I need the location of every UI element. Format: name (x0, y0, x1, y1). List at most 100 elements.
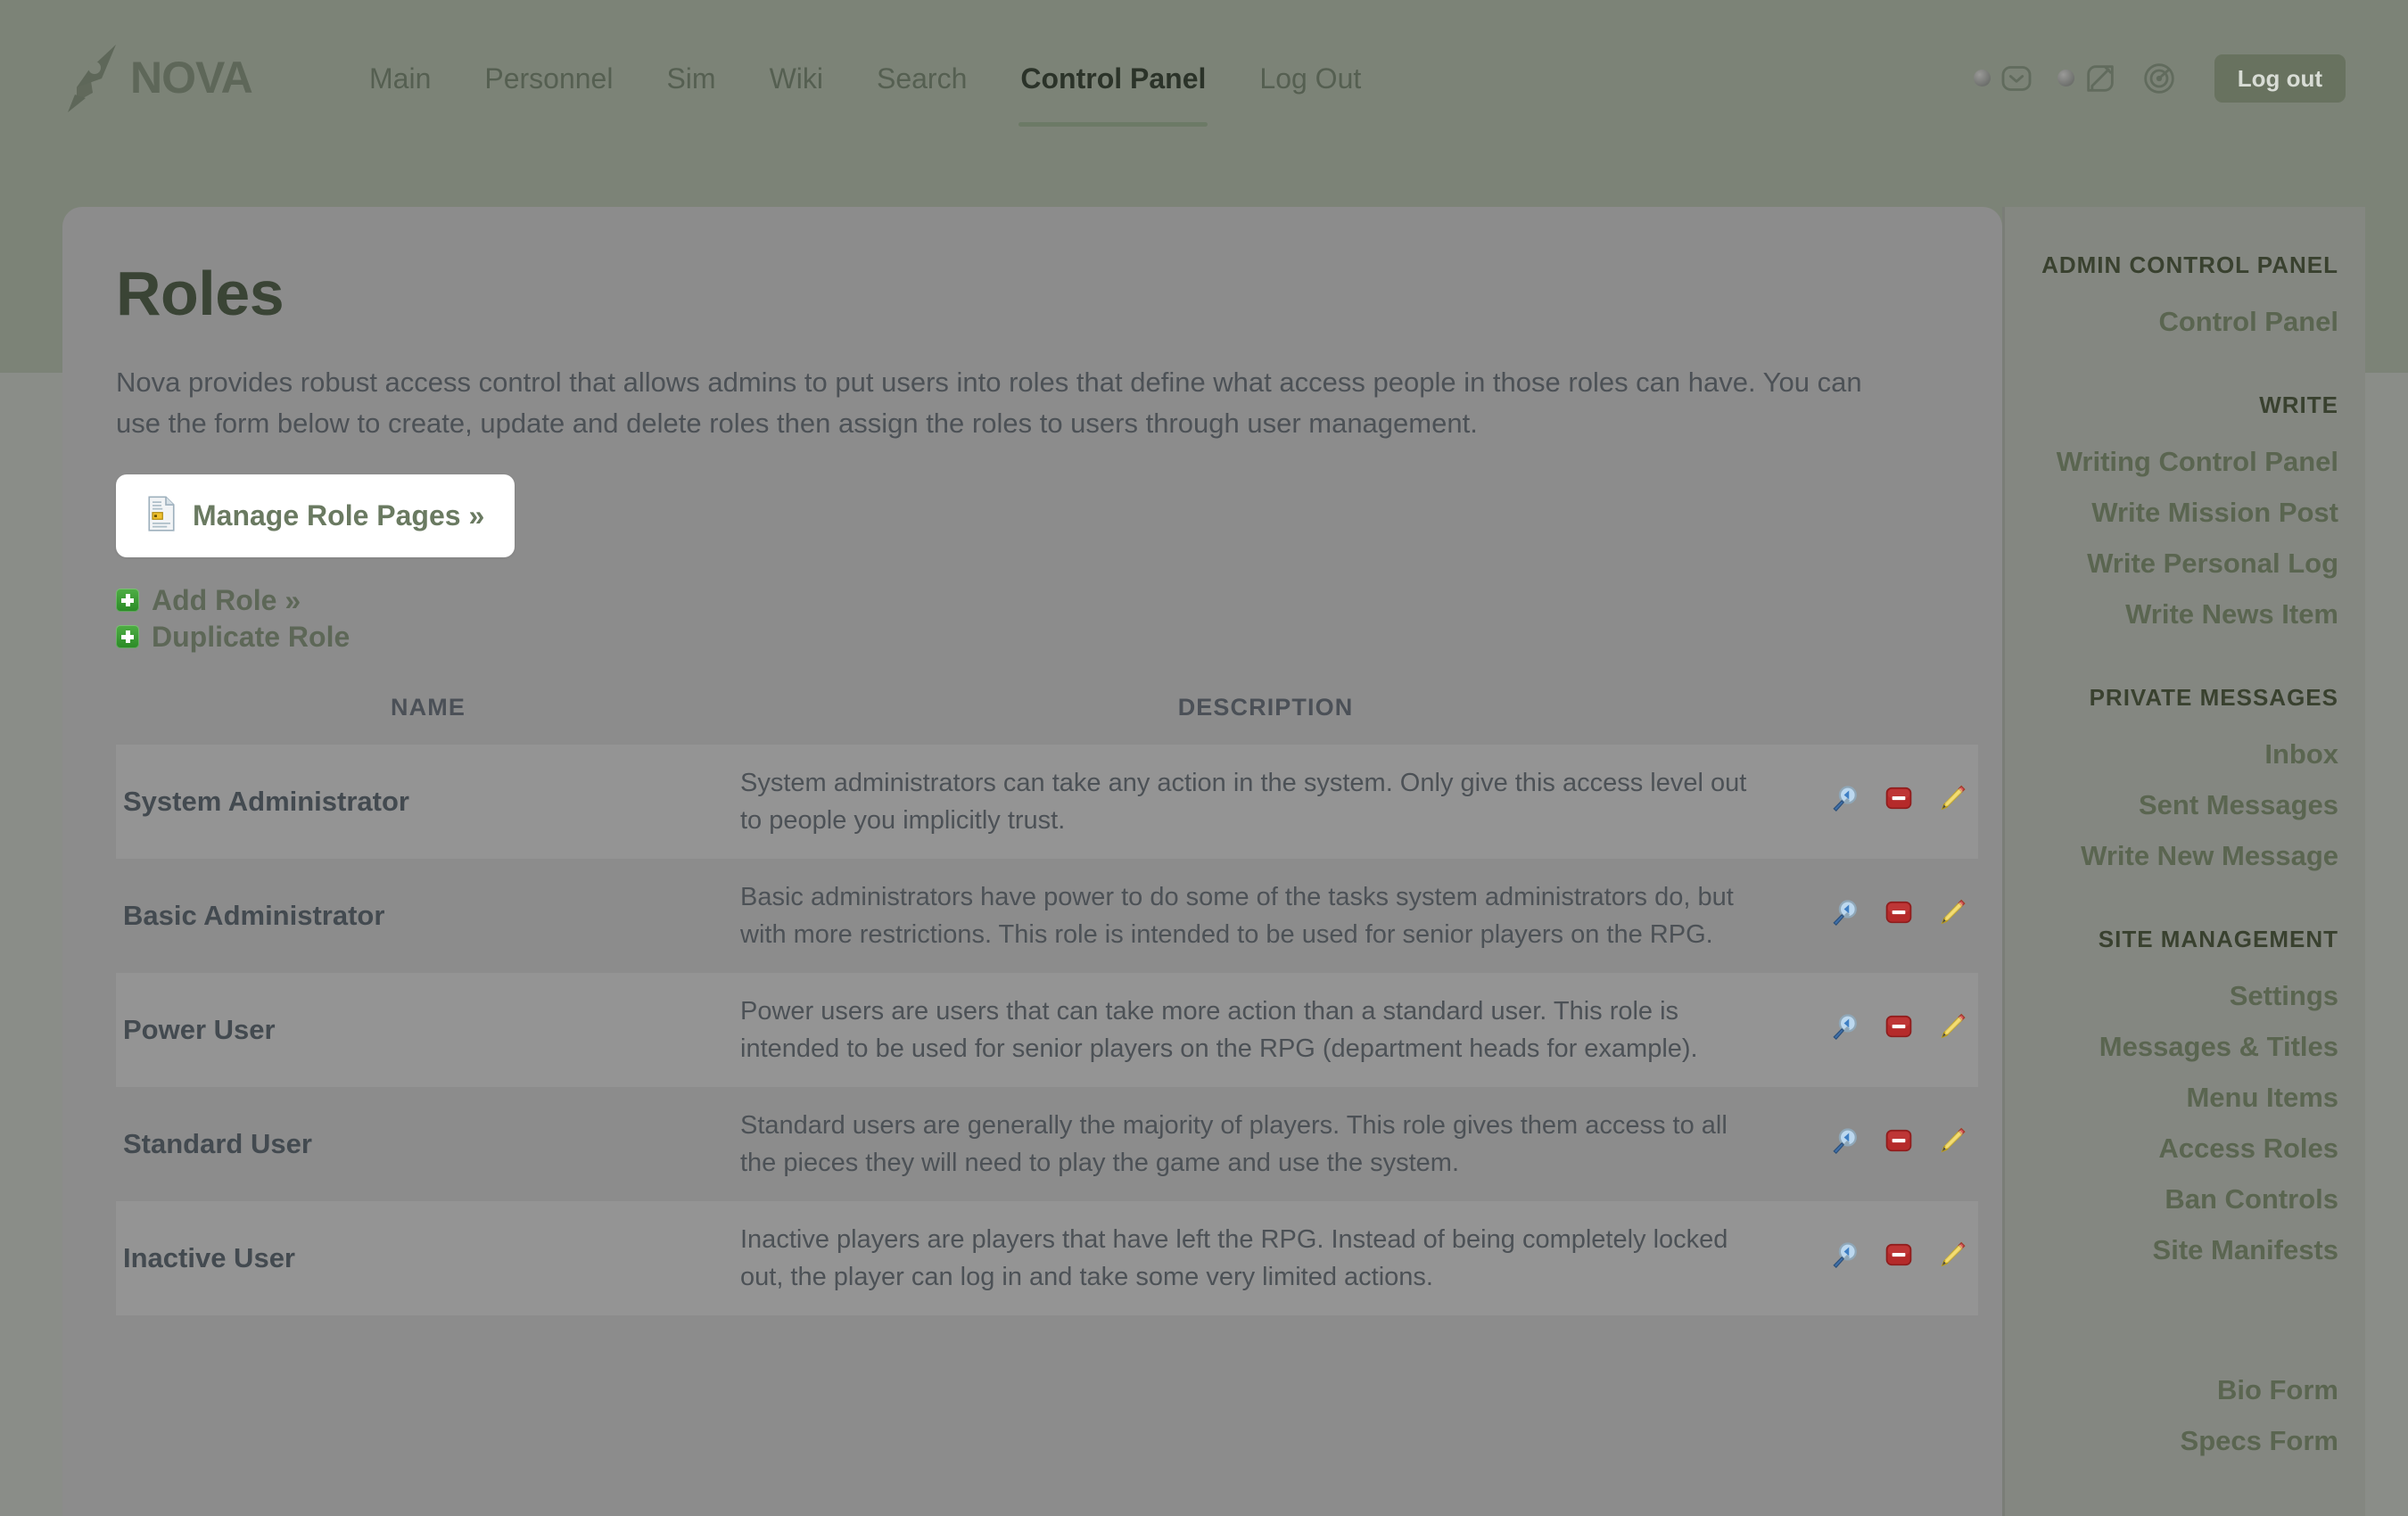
nav-item-log-out[interactable]: Log Out (1233, 64, 1388, 93)
column-header-name: NAME (391, 693, 466, 721)
sidebar-item-write-news-item[interactable]: Write News Item (2021, 589, 2338, 639)
view-permissions-icon[interactable] (1830, 783, 1860, 820)
edit-icon[interactable] (1937, 1125, 1967, 1163)
sidebar-group: SITE MANAGEMENT Settings Messages & Titles… (2021, 927, 2338, 1275)
view-permissions-icon[interactable] (1830, 1011, 1860, 1049)
sidebar-item-ban-controls[interactable]: Ban Controls (2021, 1174, 2338, 1224)
sidebar-item-settings[interactable]: Settings (2021, 970, 2338, 1021)
gauge-icon (2143, 62, 2174, 94)
sidebar-item-bio-form[interactable]: Bio Form (2021, 1364, 2338, 1415)
nav-item-wiki[interactable]: Wiki (743, 64, 850, 93)
column-header-actions (1791, 681, 1978, 745)
delete-icon[interactable] (1884, 1011, 1914, 1049)
sidebar-item-messages-titles[interactable]: Messages & Titles (2021, 1021, 2338, 1072)
view-permissions-icon[interactable] (1830, 1240, 1860, 1277)
main-nav: Main Personnel Sim Wiki Search Control P… (342, 64, 1388, 127)
sidebar-item-menu-items[interactable]: Menu Items (2021, 1072, 2338, 1123)
pen-nib-icon (62, 43, 130, 114)
duplicate-role-button[interactable]: Duplicate Role (116, 622, 1949, 651)
page-description: Nova provides robust access control that… (116, 367, 1862, 439)
column-header-description: DESCRIPTION (1177, 693, 1354, 721)
table-row[interactable]: Inactive User Inactive players are playe… (116, 1201, 1978, 1316)
sidebar-item-write-new-message[interactable]: Write New Message (2021, 830, 2338, 881)
sidebar-group-heading: PRIVATE MESSAGES (2089, 684, 2338, 711)
delete-icon[interactable] (1884, 1125, 1914, 1163)
roles-table: NAME DESCRIPTION System Administrator Sy… (116, 681, 1978, 1316)
sidebar-item-writing-control-panel[interactable]: Writing Control Panel (2021, 436, 2338, 487)
activity-indicator[interactable] (2141, 61, 2177, 96)
nav-item-main[interactable]: Main (342, 64, 458, 93)
edit-icon[interactable] (1937, 783, 1967, 820)
envelope-icon (2001, 65, 2032, 91)
edit-icon[interactable] (1937, 1011, 1967, 1049)
sidebar-item-site-manifests[interactable]: Site Manifests (2021, 1224, 2338, 1275)
sidebar-item-access-roles[interactable]: Access Roles (2021, 1123, 2338, 1174)
brand-wordmark: NOVA (130, 55, 291, 102)
delete-icon[interactable] (1884, 783, 1914, 820)
sidebar-item-inbox[interactable]: Inbox (2021, 729, 2338, 779)
unread-dot-messages (1973, 70, 1991, 87)
delete-icon[interactable] (1884, 897, 1914, 935)
role-description: Inactive players are players that have l… (740, 1201, 1791, 1316)
role-name: Inactive User (116, 1201, 740, 1316)
table-row[interactable]: Power User Power users are users that ca… (116, 972, 1978, 1088)
plus-icon (116, 588, 139, 612)
top-right-tools: Log out (1950, 54, 2346, 103)
sidebar-item-write-personal-log[interactable]: Write Personal Log (2021, 538, 2338, 589)
drafts-indicator[interactable] (2057, 61, 2118, 96)
sidebar-group-heading: SITE MANAGEMENT (2098, 926, 2338, 952)
brand-logo[interactable]: NOVA (62, 43, 291, 114)
role-name: Basic Administrator (123, 899, 385, 931)
role-description: System administrators can take any actio… (740, 744, 1791, 859)
svg-text:NOVA: NOVA (130, 55, 252, 102)
edit-icon[interactable] (1937, 897, 1967, 935)
role-actions (1791, 859, 1978, 973)
sidebar-group-spacer (2021, 1322, 2338, 1345)
pencil-square-icon (2086, 64, 2114, 92)
view-permissions-icon[interactable] (1830, 1125, 1860, 1163)
role-description: Basic administrators have power to do so… (740, 882, 1734, 949)
manage-role-pages-button[interactable]: Manage Role Pages » (116, 474, 515, 557)
nav-item-sim[interactable]: Sim (639, 64, 742, 93)
main-content-card: Roles Nova provides robust access contro… (62, 207, 2002, 1516)
role-description: Power users are users that can take more… (740, 972, 1791, 1088)
edit-icon[interactable] (1937, 1240, 1967, 1277)
nav-item-personnel[interactable]: Personnel (458, 64, 639, 93)
messages-indicator[interactable] (1973, 61, 2034, 96)
role-name: System Administrator (116, 744, 740, 859)
manage-role-pages-label: Manage Role Pages » (193, 499, 485, 532)
nav-item-search[interactable]: Search (850, 64, 994, 93)
sidebar-group-heading: WRITE (2259, 391, 2338, 418)
sidebar-group: PRIVATE MESSAGES Inbox Sent Messages Write … (2021, 686, 2338, 881)
plus-icon (116, 624, 139, 648)
unread-dot-drafts (2057, 70, 2074, 87)
admin-sidebar: ADMIN CONTROL PANEL Control Panel WRITE Wri… (2002, 207, 2365, 1516)
duplicate-role-label: Duplicate Role (152, 620, 350, 653)
sidebar-group: Bio Form Specs Form (2021, 1322, 2338, 1466)
table-row[interactable]: Standard User Standard users are general… (116, 1087, 1978, 1201)
top-navigation-bar: NOVA Main Personnel Sim Wiki Search Cont… (0, 0, 2408, 156)
sidebar-item-write-mission-post[interactable]: Write Mission Post (2021, 487, 2338, 538)
role-name: Standard User (123, 1128, 312, 1160)
role-name: Power User (116, 972, 740, 1088)
sidebar-group: ADMIN CONTROL PANEL Control Panel (2021, 253, 2338, 347)
view-permissions-icon[interactable] (1830, 897, 1860, 935)
role-actions (1791, 744, 1978, 859)
page-title: Roles (116, 259, 285, 328)
sidebar-item-specs-form[interactable]: Specs Form (2021, 1415, 2338, 1466)
role-actions (1791, 1201, 1978, 1316)
logout-button[interactable]: Log out (2214, 54, 2346, 103)
delete-icon[interactable] (1884, 1240, 1914, 1277)
table-row[interactable]: Basic Administrator Basic administrators… (116, 859, 1978, 973)
sidebar-group-heading: ADMIN CONTROL PANEL (2041, 251, 2338, 278)
table-header-row: NAME DESCRIPTION (116, 681, 1978, 745)
role-description: Standard users are generally the majorit… (740, 1111, 1728, 1178)
add-role-button[interactable]: Add Role » (116, 586, 1949, 614)
sidebar-group: WRITE Writing Control Panel Write Mission … (2021, 393, 2338, 639)
table-row[interactable]: System Administrator System administrato… (116, 744, 1978, 859)
sidebar-item-control-panel[interactable]: Control Panel (2021, 296, 2338, 347)
app-root: NOVA Main Personnel Sim Wiki Search Cont… (0, 0, 2408, 1516)
sidebar-item-sent-messages[interactable]: Sent Messages (2021, 779, 2338, 830)
add-role-label: Add Role » (152, 583, 301, 616)
nav-item-control-panel[interactable]: Control Panel (994, 64, 1233, 127)
